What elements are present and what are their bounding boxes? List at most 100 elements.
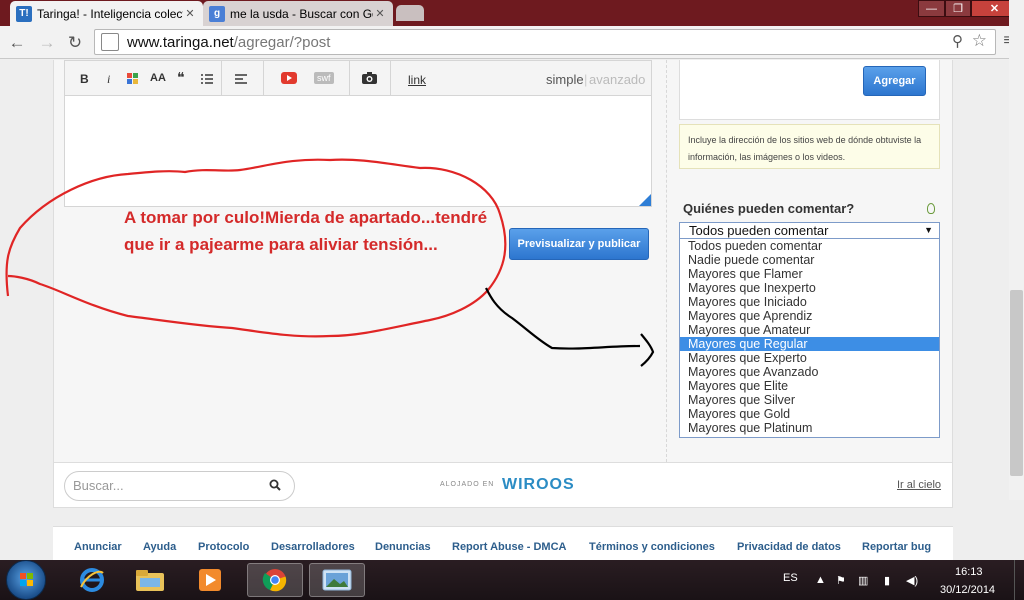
- footer-link-terminos[interactable]: Términos y condiciones: [589, 541, 715, 553]
- explorer-icon[interactable]: [122, 563, 178, 597]
- toolbar-divider: [221, 61, 222, 95]
- back-arrow-icon[interactable]: ←: [6, 32, 28, 54]
- volume-icon[interactable]: ◀): [906, 574, 918, 587]
- dropdown-arrow-icon: ▼: [924, 225, 933, 235]
- comment-permission-select[interactable]: Todos pueden comentar ▼: [679, 222, 940, 239]
- resize-grip-icon[interactable]: [639, 194, 651, 206]
- bold-button[interactable]: B: [80, 72, 89, 86]
- back-to-top-link[interactable]: Ir al cielo: [897, 479, 941, 491]
- windows-start-button[interactable]: [6, 560, 46, 600]
- photo-viewer-icon[interactable]: [309, 563, 365, 597]
- quote-icon[interactable]: ❝: [177, 69, 185, 86]
- battery-icon[interactable]: ▮: [884, 574, 890, 587]
- comment-option[interactable]: Nadie puede comentar: [680, 253, 939, 267]
- tab-taringa[interactable]: T! Taringa! - Inteligencia colectiva ✕: [10, 1, 203, 26]
- browser-tab-bar: T! Taringa! - Inteligencia colectiva ✕ g…: [0, 0, 1024, 26]
- windows-taskbar: [0, 560, 1024, 600]
- toolbar-divider: [349, 61, 350, 95]
- swf-button[interactable]: swf: [314, 72, 334, 84]
- link-button[interactable]: link: [408, 73, 426, 87]
- font-size-button[interactable]: AA: [150, 72, 166, 84]
- zoom-icon[interactable]: ⚲: [952, 32, 963, 50]
- footer-link-protocolo[interactable]: Protocolo: [198, 541, 249, 553]
- select-value: Todos pueden comentar: [689, 223, 829, 238]
- page-viewport: B i AA ❝ swf link simple | avanzado Prev…: [0, 60, 1024, 560]
- youtube-icon[interactable]: [281, 72, 297, 87]
- new-tab-button[interactable]: [396, 5, 424, 21]
- post-body-editor[interactable]: [64, 96, 652, 207]
- comment-option[interactable]: Mayores que Elite: [680, 379, 939, 393]
- forward-arrow-icon[interactable]: →: [36, 32, 58, 54]
- tab-close-icon[interactable]: ✕: [183, 7, 197, 20]
- tab-title: me la usda - Buscar con Google: [230, 6, 373, 21]
- show-desktop-button[interactable]: [1014, 560, 1024, 600]
- language-indicator[interactable]: ES: [783, 572, 798, 584]
- search-icon[interactable]: [269, 479, 281, 491]
- footer-link-reportar-bug[interactable]: Reportar bug: [862, 541, 931, 553]
- footer-link-desarrolladores[interactable]: Desarrolladores: [271, 541, 355, 553]
- comment-option[interactable]: Mayores que Gold: [680, 407, 939, 421]
- tab-close-icon[interactable]: ✕: [373, 7, 387, 20]
- footer-link-dmca[interactable]: Report Abuse - DMCA: [452, 541, 566, 553]
- tab-google-search[interactable]: g me la usda - Buscar con Google ✕: [203, 1, 393, 26]
- google-favicon-icon: g: [209, 5, 225, 22]
- italic-button[interactable]: i: [107, 72, 110, 87]
- comment-option[interactable]: Todos pueden comentar: [680, 239, 939, 253]
- comment-option[interactable]: Mayores que Avanzado: [680, 365, 939, 379]
- comment-option[interactable]: Mayores que Aprendiz: [680, 309, 939, 323]
- taringa-favicon-icon: T!: [16, 5, 32, 22]
- preview-publish-button[interactable]: Previsualizar y publicar: [509, 228, 649, 260]
- chrome-icon[interactable]: [247, 563, 303, 597]
- footer-link-anunciar[interactable]: Anunciar: [74, 541, 122, 553]
- footer-link-ayuda[interactable]: Ayuda: [143, 541, 176, 553]
- comment-option[interactable]: Mayores que Silver: [680, 393, 939, 407]
- comment-permission-label: Quiénes pueden comentar?: [683, 201, 855, 216]
- bookmark-star-icon[interactable]: ☆: [972, 31, 987, 51]
- mode-simple-tab[interactable]: simple: [546, 72, 584, 87]
- color-icon[interactable]: [127, 73, 139, 88]
- list-icon[interactable]: [201, 73, 213, 87]
- action-center-icon[interactable]: ⚑: [836, 574, 846, 587]
- ie-icon[interactable]: [64, 563, 120, 597]
- comment-option[interactable]: Mayores que Regular: [680, 337, 939, 351]
- align-icon[interactable]: [235, 73, 247, 87]
- camera-icon[interactable]: [362, 72, 377, 87]
- tray-expand-icon[interactable]: ▲: [815, 574, 826, 586]
- network-icon[interactable]: ▥: [858, 574, 868, 587]
- window-minimize-button[interactable]: —: [918, 0, 945, 17]
- window-maximize-button[interactable]: ❐: [945, 0, 971, 17]
- hosted-label: ALOJADO EN: [440, 481, 495, 488]
- sources-hint: Incluye la dirección de los sitios web d…: [679, 124, 940, 169]
- scrollbar-thumb[interactable]: [1010, 290, 1023, 476]
- clock-time[interactable]: 16:13: [955, 566, 983, 578]
- annotation-text: A tomar por culo!Mierda de apartado...te…: [124, 208, 488, 254]
- mode-advanced-tab[interactable]: avanzado: [589, 72, 645, 87]
- footer-link-denuncias[interactable]: Denuncias: [375, 541, 431, 553]
- tab-title: Taringa! - Inteligencia colectiva: [37, 6, 183, 21]
- browser-toolbar: ← → ↻ www.taringa.net/agregar/?post ⚲ ☆ …: [0, 26, 1024, 59]
- media-player-icon[interactable]: [182, 563, 238, 597]
- comment-option[interactable]: Mayores que Flamer: [680, 267, 939, 281]
- mode-separator: |: [584, 72, 588, 87]
- footer-link-privacidad[interactable]: Privacidad de datos: [737, 541, 841, 553]
- comment-option[interactable]: Mayores que Platinum: [680, 421, 939, 435]
- comment-permission-options: Todos pueden comentar Nadie puede comenta…: [679, 239, 940, 438]
- url-text: www.taringa.net/agregar/?post: [127, 33, 331, 51]
- windows-logo-icon: [20, 573, 33, 586]
- editor-toolbar: B i AA ❝ swf link simple | avanzado: [64, 60, 652, 96]
- search-input[interactable]: Buscar...: [64, 471, 295, 501]
- comment-option[interactable]: Mayores que Inexperto: [680, 281, 939, 295]
- comment-option[interactable]: Mayores que Experto: [680, 351, 939, 365]
- address-bar[interactable]: www.taringa.net/agregar/?post ⚲ ☆: [94, 29, 996, 55]
- add-source-button[interactable]: Agregar: [863, 66, 926, 96]
- page-icon: [101, 33, 119, 51]
- toolbar-divider: [390, 61, 391, 95]
- lightbulb-icon[interactable]: [927, 203, 935, 214]
- toolbar-divider: [263, 61, 264, 95]
- comment-option[interactable]: Mayores que Iniciado: [680, 295, 939, 309]
- wiroos-logo[interactable]: WIROOS: [502, 476, 575, 494]
- comment-option[interactable]: Mayores que Amateur: [680, 323, 939, 337]
- reload-icon[interactable]: ↻: [64, 32, 86, 54]
- clock-date[interactable]: 30/12/2014: [940, 584, 995, 596]
- column-divider: [666, 60, 667, 462]
